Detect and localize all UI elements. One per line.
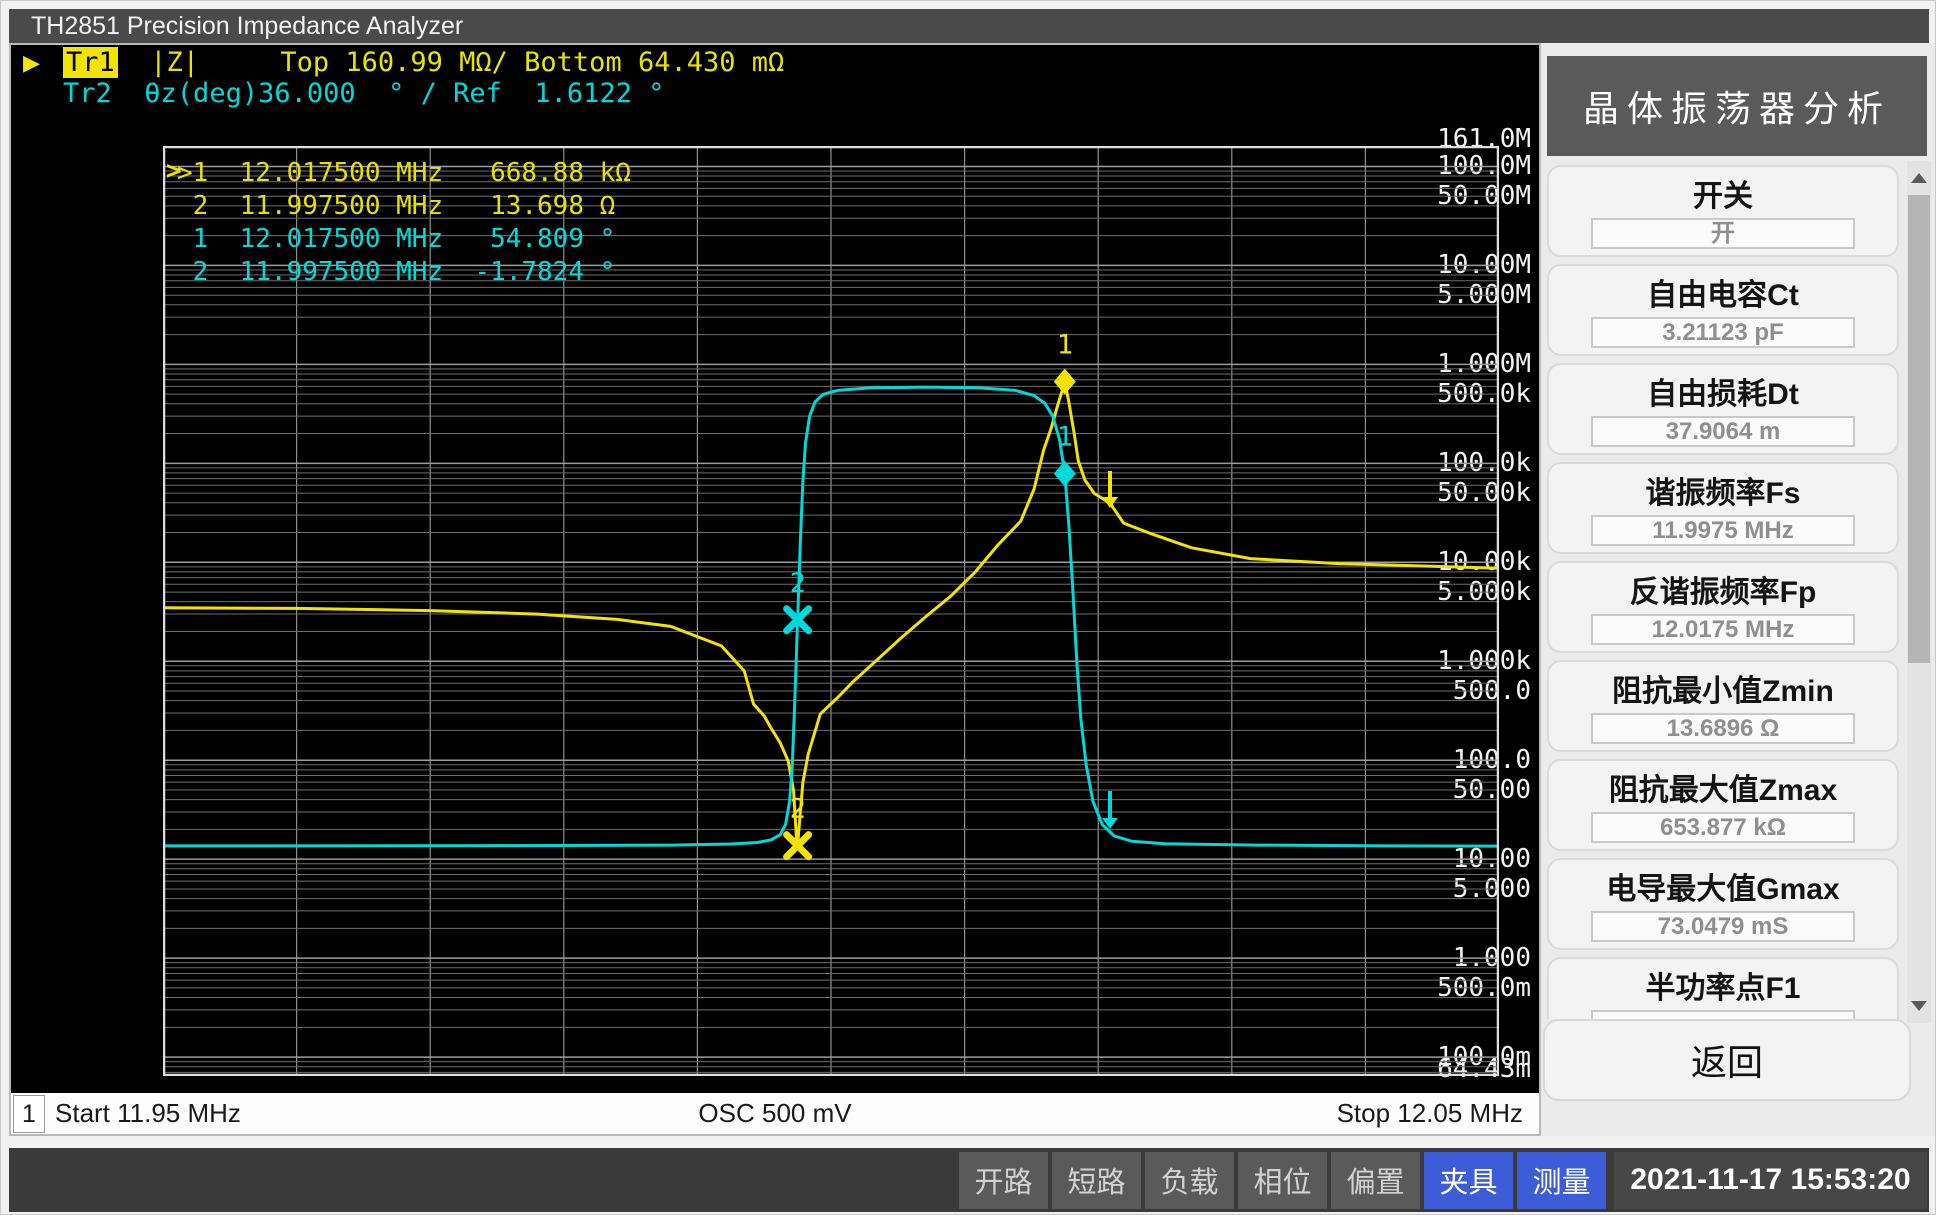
- panel-label: 自由损耗Dt: [1549, 369, 1897, 413]
- main-display: ▶ Tr1 |Z| Top 160.99 MΩ/ Bottom 64.430 m…: [9, 43, 1541, 1136]
- panel-switch[interactable]: 开关 开: [1547, 165, 1899, 257]
- panel-gmax[interactable]: 电导最大值Gmax 73.0479 mS: [1547, 858, 1899, 950]
- panel-fs[interactable]: 谐振频率Fs 11.9975 MHz: [1547, 462, 1899, 554]
- svg-text:1: 1: [1057, 330, 1073, 361]
- status-bar: 1 Start 11.95 MHz OSC 500 mV Stop 12.05 …: [11, 1093, 1539, 1134]
- trace2-label[interactable]: Tr2: [63, 78, 112, 109]
- app-window: TH2851 Precision Impedance Analyzer ▶ Tr…: [0, 0, 1936, 1215]
- trace2-text: θz(deg)36.000 ° / Ref 1.6122 °: [112, 78, 665, 109]
- marker-readout: >1 12.017500 MHz 668.88 kΩ 2 11.997500 M…: [177, 157, 631, 289]
- return-button[interactable]: 返回: [1543, 1019, 1911, 1101]
- chevron-up-icon: [1911, 173, 1927, 183]
- panel-label: 半功率点F1: [1549, 963, 1897, 1007]
- trace1-label[interactable]: Tr1: [63, 47, 118, 78]
- marker-readout-row: >1 12.017500 MHz 668.88 kΩ: [177, 157, 631, 190]
- panel-value: 37.9064 m: [1591, 416, 1855, 447]
- panel-value: 13.6896 Ω: [1591, 713, 1855, 744]
- panel-label: 阻抗最大值Zmax: [1549, 765, 1897, 809]
- panel-label: 开关: [1549, 171, 1897, 215]
- panel-value: 653.877 kΩ: [1591, 812, 1855, 843]
- sidebar-title: 晶体振荡器分析: [1547, 56, 1927, 156]
- svg-text:2: 2: [790, 794, 806, 825]
- scroll-up-button[interactable]: [1909, 165, 1929, 191]
- trace1-text: |Z| Top 160.99 MΩ/ Bottom 64.430 mΩ: [118, 47, 784, 78]
- scroll-thumb[interactable]: [1908, 195, 1930, 663]
- return-button-label: 返回: [1691, 1034, 1763, 1086]
- panel-value: [1591, 1010, 1855, 1019]
- panel-ct[interactable]: 自由电容Ct 3.21123 pF: [1547, 264, 1899, 356]
- toolbar-button-fixture[interactable]: 夹具: [1424, 1152, 1513, 1209]
- toolbar-button-open[interactable]: 开路: [959, 1152, 1048, 1209]
- active-trace-arrow-icon: ▶: [23, 50, 40, 76]
- marker-readout-row: 2 11.997500 MHz 13.698 Ω: [177, 190, 631, 223]
- channel-indicator: 1: [13, 1095, 45, 1133]
- toolbar-button-phase[interactable]: 相位: [1238, 1152, 1327, 1209]
- panel-zmax[interactable]: 阻抗最大值Zmax 653.877 kΩ: [1547, 759, 1899, 851]
- panel-f1[interactable]: 半功率点F1: [1547, 957, 1899, 1019]
- stop-frequency[interactable]: Stop 12.05 MHz: [1337, 1098, 1523, 1129]
- toolbar: 开路 短路 负载 相位 偏置 夹具 测量 2021-11-17 15:53:20: [9, 1148, 1929, 1212]
- panel-label: 电导最大值Gmax: [1549, 864, 1897, 908]
- function-panels: 开关 开 自由电容Ct 3.21123 pF 自由损耗Dt 37.9064 m …: [1547, 165, 1903, 1019]
- marker-readout-row: 1 12.017500 MHz 54.809 °: [177, 223, 631, 256]
- toolbar-button-bias[interactable]: 偏置: [1331, 1152, 1420, 1209]
- toolbar-button-measure[interactable]: 测量: [1517, 1152, 1606, 1209]
- datetime-display: 2021-11-17 15:53:20: [1614, 1152, 1927, 1209]
- panel-value: 开: [1591, 218, 1855, 249]
- panel-dt[interactable]: 自由损耗Dt 37.9064 m: [1547, 363, 1899, 455]
- panel-value: 3.21123 pF: [1591, 317, 1855, 348]
- sidebar: 晶体振荡器分析 开关 开 自由电容Ct 3.21123 pF 自由损耗Dt 37…: [1541, 43, 1936, 1136]
- panel-value: 12.0175 MHz: [1591, 614, 1855, 645]
- panel-fp[interactable]: 反谐振频率Fp 12.0175 MHz: [1547, 561, 1899, 653]
- panel-label: 反谐振频率Fp: [1549, 567, 1897, 611]
- chevron-down-icon: [1911, 1001, 1927, 1011]
- trace1-info[interactable]: Tr1 |Z| Top 160.99 MΩ/ Bottom 64.430 mΩ: [63, 48, 784, 78]
- title-bar: TH2851 Precision Impedance Analyzer: [9, 9, 1929, 43]
- trace2-info[interactable]: Tr2 θz(deg)36.000 ° / Ref 1.6122 °: [63, 79, 664, 109]
- panel-value: 73.0479 mS: [1591, 911, 1855, 942]
- panel-zmin[interactable]: 阻抗最小值Zmin 13.6896 Ω: [1547, 660, 1899, 752]
- panel-label: 谐振频率Fs: [1549, 468, 1897, 512]
- osc-level[interactable]: OSC 500 mV: [698, 1098, 851, 1129]
- panel-label: 自由电容Ct: [1549, 270, 1897, 314]
- svg-text:1: 1: [1057, 422, 1073, 453]
- scroll-down-button[interactable]: [1909, 993, 1929, 1019]
- panel-label: 阻抗最小值Zmin: [1549, 666, 1897, 710]
- svg-text:2: 2: [790, 568, 806, 599]
- window-title: TH2851 Precision Impedance Analyzer: [31, 12, 463, 40]
- panel-value: 11.9975 MHz: [1591, 515, 1855, 546]
- toolbar-button-short[interactable]: 短路: [1052, 1152, 1141, 1209]
- marker-readout-row: 2 11.997500 MHz -1.7824 °: [177, 256, 631, 289]
- toolbar-button-load[interactable]: 负载: [1145, 1152, 1234, 1209]
- start-frequency[interactable]: Start 11.95 MHz: [55, 1098, 241, 1129]
